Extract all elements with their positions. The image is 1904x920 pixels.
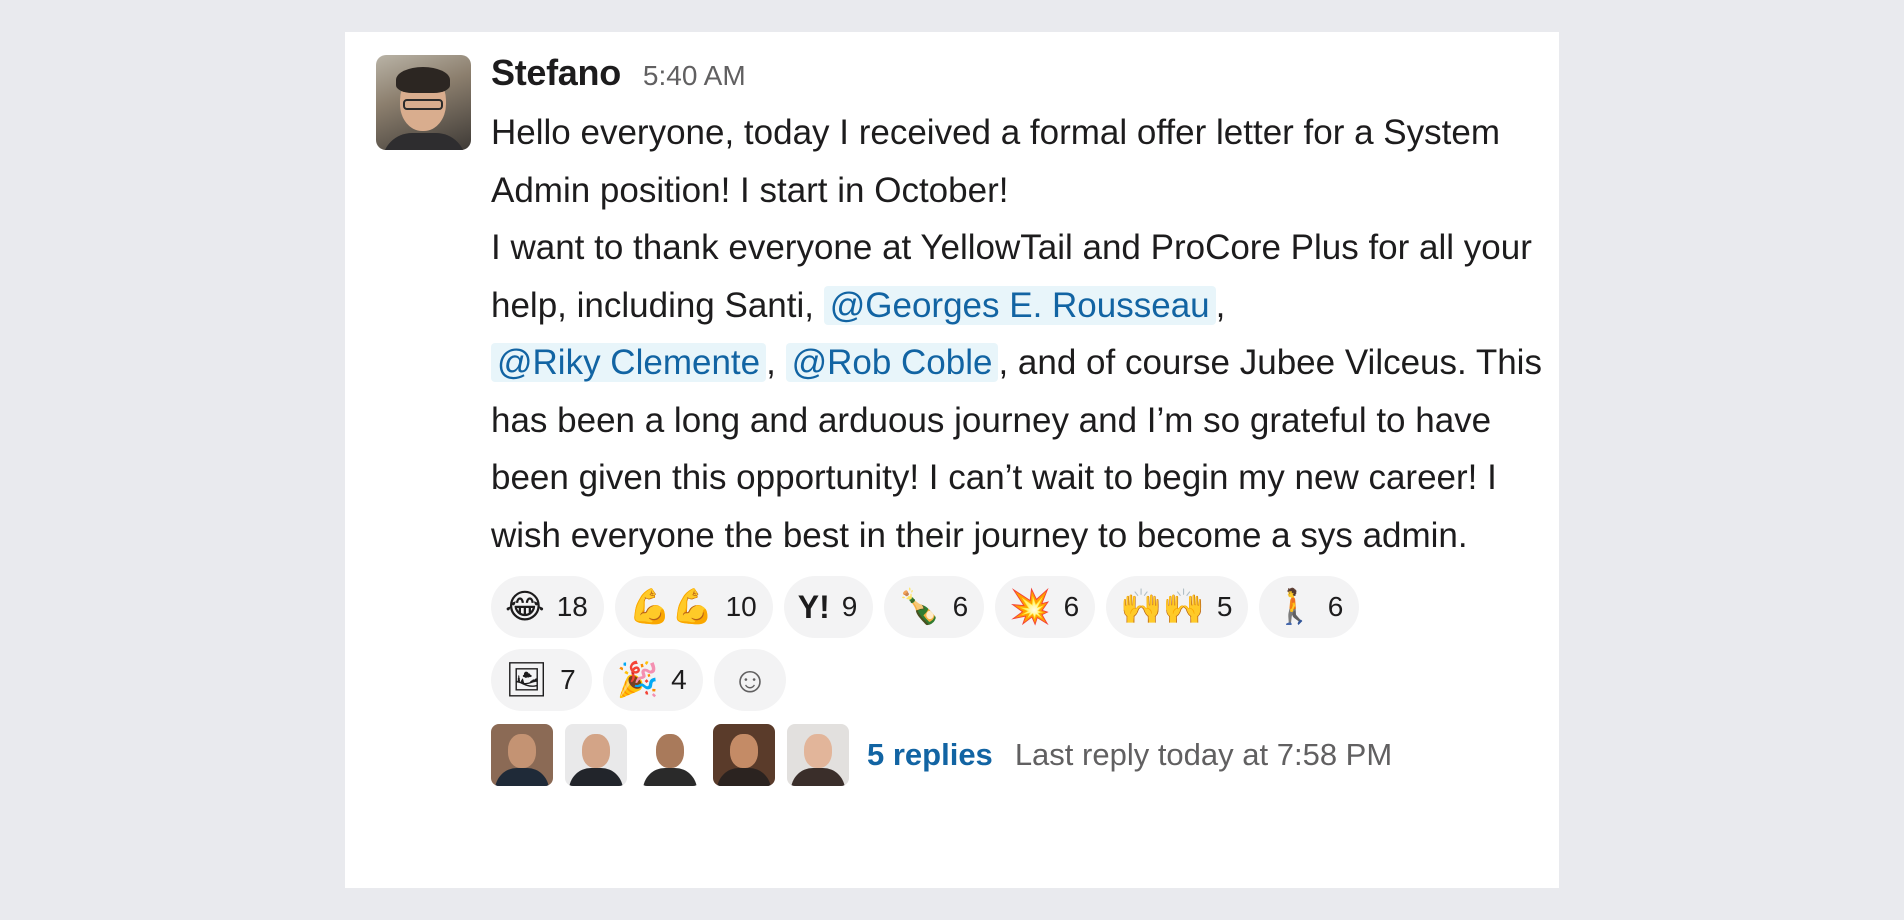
- mention-rob[interactable]: @Rob Coble: [785, 343, 999, 382]
- message-timestamp[interactable]: 5:40 AM: [643, 60, 746, 92]
- reply-avatar-5[interactable]: [787, 724, 849, 786]
- reply-avatar-head: [656, 734, 684, 768]
- reaction-count: 9: [841, 591, 858, 622]
- reactions-bar: 😂 18 💪💪 10 Y! 9 🍾 6 💥 6 🙌🙌 5 🚶 6 🖼 7 🎉 4…: [491, 576, 1491, 711]
- message-header: Stefano 5:40 AM: [491, 52, 1551, 102]
- reply-avatar-4[interactable]: [713, 724, 775, 786]
- reply-avatar-body: [569, 768, 623, 786]
- reply-avatar-body: [717, 768, 771, 786]
- raised-hands-emoji-icon: 🙌🙌: [1120, 588, 1205, 626]
- reaction-party-hat[interactable]: 🎉 4: [602, 649, 703, 711]
- reply-avatar-head: [804, 734, 832, 768]
- message-line-1: Hello everyone, today I received a forma…: [491, 113, 1500, 210]
- reply-avatar-body: [791, 768, 845, 786]
- reaction-count: 6: [1063, 591, 1080, 622]
- reaction-boom[interactable]: 💥 6: [995, 576, 1096, 638]
- reaction-count: 7: [560, 664, 576, 695]
- avatar-glasses: [403, 99, 443, 110]
- add-reaction-icon: ☺: [731, 659, 769, 700]
- reaction-count: 6: [1327, 591, 1344, 622]
- custom-image-emoji-icon: 🖼: [505, 661, 549, 699]
- separator-1: ,: [1215, 285, 1226, 325]
- mention-georges[interactable]: @Georges E. Rousseau: [823, 285, 1216, 325]
- reply-avatar-head: [508, 734, 536, 768]
- party-hat-emoji-icon: 🎉: [616, 661, 660, 699]
- add-reaction-button[interactable]: ☺: [713, 649, 787, 711]
- walking-emoji-icon: 🚶: [1273, 588, 1316, 626]
- reaction-count: 6: [952, 591, 969, 622]
- reply-avatar-body: [495, 768, 549, 786]
- reply-avatar-2[interactable]: [565, 724, 627, 786]
- reaction-count: 18: [556, 591, 588, 622]
- yahoo-emoji-icon: Y!: [797, 589, 830, 625]
- reply-avatar-1[interactable]: [491, 724, 553, 786]
- message-body: Hello everyone, today I received a forma…: [491, 104, 1551, 564]
- author-name[interactable]: Stefano: [491, 52, 621, 94]
- reactions-row-1: 😂 18 💪💪 10 Y! 9 🍾 6 💥 6 🙌🙌 5 🚶 6: [491, 576, 1491, 638]
- reply-avatar-body: [643, 768, 697, 786]
- reactions-row-2: 🖼 7 🎉 4 ☺: [491, 649, 1491, 711]
- avatar-hair: [396, 67, 450, 93]
- boom-emoji-icon: 💥: [1009, 588, 1052, 626]
- reaction-champagne[interactable]: 🍾 6: [884, 576, 985, 638]
- reply-avatar-head: [730, 734, 758, 768]
- separator-2: ,: [766, 343, 786, 382]
- reaction-count: 4: [671, 664, 687, 695]
- reaction-custom-image[interactable]: 🖼 7: [491, 649, 592, 711]
- reaction-raised-hands[interactable]: 🙌🙌 5: [1106, 576, 1249, 638]
- avatar-shirt: [382, 133, 466, 150]
- replies-link[interactable]: 5 replies: [867, 737, 993, 773]
- joy-emoji-icon: 😂: [505, 588, 545, 626]
- reaction-yahoo[interactable]: Y! 9: [783, 576, 874, 638]
- reply-avatar-head: [582, 734, 610, 768]
- thread-summary[interactable]: 5 replies Last reply today at 7:58 PM: [491, 723, 1551, 787]
- mention-riky[interactable]: @Riky Clemente: [491, 343, 767, 382]
- reaction-count: 10: [725, 591, 757, 622]
- last-reply-text: Last reply today at 7:58 PM: [1014, 737, 1393, 772]
- reaction-muscle[interactable]: 💪💪 10: [614, 576, 773, 638]
- champagne-emoji-icon: 🍾: [898, 588, 941, 626]
- reaction-joy[interactable]: 😂 18: [491, 576, 604, 638]
- message-paragraph-2: I want to thank everyone at YellowTail a…: [491, 219, 1551, 564]
- author-avatar[interactable]: [376, 55, 471, 150]
- reaction-walking[interactable]: 🚶 6: [1259, 576, 1360, 638]
- message-card: Stefano 5:40 AM Hello everyone, today I …: [345, 32, 1559, 888]
- message-content: Stefano 5:40 AM Hello everyone, today I …: [491, 52, 1551, 787]
- reaction-count: 5: [1216, 591, 1233, 622]
- reply-avatar-3[interactable]: [639, 724, 701, 786]
- muscle-emoji-icon: 💪💪: [628, 588, 714, 626]
